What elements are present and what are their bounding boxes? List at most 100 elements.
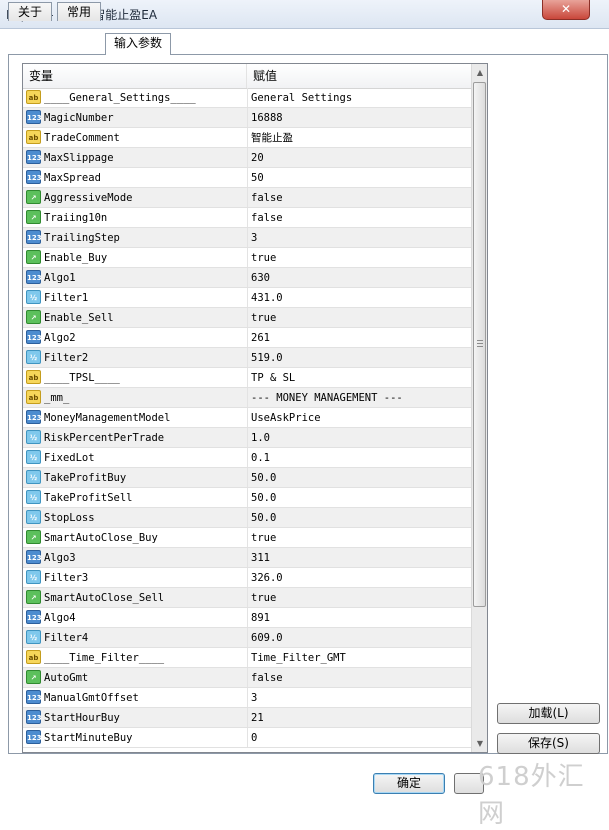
- parameter-row[interactable]: ab ____TPSL____ TP & SL: [23, 368, 471, 388]
- scroll-up-icon[interactable]: ▲: [472, 64, 487, 81]
- parameter-value[interactable]: 3: [251, 228, 467, 248]
- double-type-icon: ½: [26, 450, 41, 464]
- parameter-row[interactable]: ab ____Time_Filter____ Time_Filter_GMT: [23, 648, 471, 668]
- parameter-value[interactable]: General Settings: [251, 88, 467, 108]
- parameter-row[interactable]: ↗ Enable_Sell true: [23, 308, 471, 328]
- parameter-row[interactable]: 123 Algo2 261: [23, 328, 471, 348]
- parameter-row[interactable]: 123 ManualGmtOffset 3: [23, 688, 471, 708]
- parameter-value[interactable]: true: [251, 588, 467, 608]
- integer-type-icon: 123: [26, 710, 42, 724]
- parameter-row[interactable]: ½ Filter2 519.0: [23, 348, 471, 368]
- parameter-value[interactable]: false: [251, 668, 467, 688]
- string-type-icon: ab: [26, 390, 41, 404]
- parameter-row[interactable]: 123 TrailingStep 3: [23, 228, 471, 248]
- tab-inputs[interactable]: 输入参数: [105, 33, 171, 55]
- parameter-value[interactable]: 50.0: [251, 508, 467, 528]
- save-button[interactable]: 保存(S): [497, 733, 600, 754]
- parameter-row[interactable]: ½ Filter1 431.0: [23, 288, 471, 308]
- parameter-row[interactable]: ab TradeComment 智能止盈: [23, 128, 471, 148]
- boolean-type-icon: ↗: [26, 250, 41, 264]
- parameter-row[interactable]: 123 Algo1 630: [23, 268, 471, 288]
- vertical-scrollbar[interactable]: ▲ ▼: [471, 64, 487, 752]
- parameter-row[interactable]: ↗ AutoGmt false: [23, 668, 471, 688]
- parameter-row[interactable]: 123 MaxSlippage 20: [23, 148, 471, 168]
- parameter-row[interactable]: ½ StopLoss 50.0: [23, 508, 471, 528]
- integer-type-icon: 123: [26, 110, 42, 124]
- parameter-value[interactable]: 311: [251, 548, 467, 568]
- parameter-name: MoneyManagementModel: [44, 412, 171, 424]
- column-divider: [247, 388, 248, 407]
- parameter-row[interactable]: ½ Filter3 326.0: [23, 568, 471, 588]
- parameter-row[interactable]: 123 MaxSpread 50: [23, 168, 471, 188]
- parameter-value[interactable]: 50: [251, 168, 467, 188]
- parameter-row[interactable]: 123 Algo4 891: [23, 608, 471, 628]
- integer-type-icon: 123: [26, 270, 42, 284]
- tab-common[interactable]: 常用: [57, 2, 101, 21]
- parameter-row[interactable]: 123 StartMinuteBuy 0: [23, 728, 471, 748]
- column-divider: [247, 248, 248, 267]
- parameter-value[interactable]: 智能止盈: [251, 128, 467, 148]
- parameter-value[interactable]: true: [251, 248, 467, 268]
- parameter-value[interactable]: 326.0: [251, 568, 467, 588]
- load-button[interactable]: 加载(L): [497, 703, 600, 724]
- string-type-icon: ab: [26, 370, 41, 384]
- parameter-value[interactable]: 1.0: [251, 428, 467, 448]
- parameter-row[interactable]: ↗ Traiing10n false: [23, 208, 471, 228]
- parameter-row[interactable]: ↗ SmartAutoClose_Sell true: [23, 588, 471, 608]
- parameter-value[interactable]: 50.0: [251, 488, 467, 508]
- scroll-down-icon[interactable]: ▼: [472, 735, 487, 752]
- parameter-value[interactable]: 0: [251, 728, 467, 748]
- close-icon[interactable]: ✕: [542, 0, 590, 20]
- parameter-value[interactable]: UseAskPrice: [251, 408, 467, 428]
- parameter-row[interactable]: 123 StartHourBuy 21: [23, 708, 471, 728]
- column-divider: [247, 448, 248, 467]
- parameter-value[interactable]: 21: [251, 708, 467, 728]
- parameter-value[interactable]: 891: [251, 608, 467, 628]
- parameter-value[interactable]: true: [251, 528, 467, 548]
- parameter-row[interactable]: ↗ SmartAutoClose_Buy true: [23, 528, 471, 548]
- parameter-value[interactable]: 609.0: [251, 628, 467, 648]
- parameter-row[interactable]: ab ____General_Settings____ General Settin…: [23, 88, 471, 108]
- column-divider: [247, 528, 248, 547]
- boolean-type-icon: ↗: [26, 530, 41, 544]
- parameter-row[interactable]: ↗ Enable_Buy true: [23, 248, 471, 268]
- parameter-row[interactable]: ½ Filter4 609.0: [23, 628, 471, 648]
- parameter-value[interactable]: TP & SL: [251, 368, 467, 388]
- parameter-value[interactable]: 519.0: [251, 348, 467, 368]
- parameter-value[interactable]: 50.0: [251, 468, 467, 488]
- ok-button[interactable]: 确定: [373, 773, 445, 794]
- parameter-name: TradeComment: [44, 132, 120, 144]
- column-header-variable[interactable]: 变量: [23, 64, 247, 88]
- parameter-row[interactable]: ½ TakeProfitSell 50.0: [23, 488, 471, 508]
- parameter-value[interactable]: Time_Filter_GMT: [251, 648, 467, 668]
- parameter-row[interactable]: ½ FixedLot 0.1: [23, 448, 471, 468]
- parameter-value[interactable]: 20: [251, 148, 467, 168]
- tab-about[interactable]: 关于: [8, 2, 52, 21]
- parameter-value[interactable]: 0.1: [251, 448, 467, 468]
- parameter-row[interactable]: 123 MoneyManagementModel UseAskPrice: [23, 408, 471, 428]
- parameter-row[interactable]: ab _mm_ --- MONEY MANAGEMENT ---: [23, 388, 471, 408]
- parameter-value[interactable]: 16888: [251, 108, 467, 128]
- column-divider: [247, 488, 248, 507]
- parameter-value[interactable]: false: [251, 188, 467, 208]
- parameter-name: _mm_: [44, 392, 70, 404]
- parameter-row[interactable]: ↗ AggressiveMode false: [23, 188, 471, 208]
- column-divider: [247, 228, 248, 247]
- scrollbar-thumb[interactable]: [473, 82, 486, 607]
- parameter-value[interactable]: true: [251, 308, 467, 328]
- parameter-row[interactable]: ½ TakeProfitBuy 50.0: [23, 468, 471, 488]
- column-header-value[interactable]: 赋值: [247, 64, 471, 88]
- parameter-value[interactable]: false: [251, 208, 467, 228]
- parameter-row[interactable]: 123 Algo3 311: [23, 548, 471, 568]
- parameter-value[interactable]: --- MONEY MANAGEMENT ---: [251, 388, 467, 408]
- string-type-icon: ab: [26, 130, 41, 144]
- parameter-value[interactable]: 3: [251, 688, 467, 708]
- integer-type-icon: 123: [26, 330, 42, 344]
- parameter-value[interactable]: 261: [251, 328, 467, 348]
- parameter-name: ____General_Settings____: [44, 92, 196, 104]
- parameter-value[interactable]: 431.0: [251, 288, 467, 308]
- parameter-name: ____TPSL____: [44, 372, 120, 384]
- parameter-value[interactable]: 630: [251, 268, 467, 288]
- parameter-row[interactable]: 123 MagicNumber 16888: [23, 108, 471, 128]
- parameter-row[interactable]: ½ RiskPercentPerTrade 1.0: [23, 428, 471, 448]
